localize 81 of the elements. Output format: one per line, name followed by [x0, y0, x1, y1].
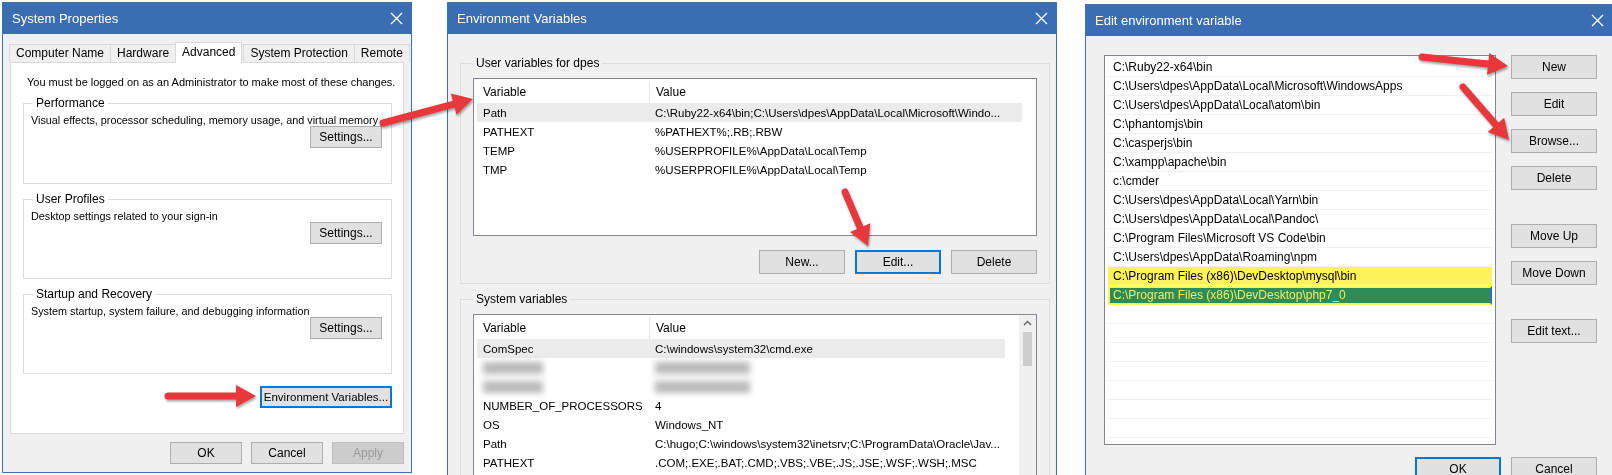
group-description: Visual effects, processor scheduling, memory usage, and virtual memory: [31, 114, 379, 126]
variable-value: C:\windows\system32\cmd.exe: [654, 342, 814, 355]
dialog-button[interactable]: Cancel: [251, 442, 323, 464]
group-label: System variables: [475, 292, 569, 306]
variable-name: TMP: [482, 163, 509, 176]
variable-row[interactable]: NUMBER_OF_PROCESSORS 4: [477, 396, 1005, 415]
variable-value: Windows_NT: [654, 418, 725, 431]
dialog-button[interactable]: Cancel: [1511, 457, 1597, 475]
side-button[interactable]: Move Up: [1511, 224, 1597, 248]
list-button[interactable]: Edit...: [855, 250, 941, 274]
path-entry[interactable]: C:\Users\dpes\AppData\Local\Pandoc\: [1108, 210, 1492, 229]
path-entry[interactable]: C:\Program Files (x86)\DevDesktop\php7_0: [1108, 286, 1492, 305]
settings-button[interactable]: Settings...: [310, 222, 382, 244]
variable-name: NUMBER_OF_PROCESSORS: [482, 399, 644, 412]
tab[interactable]: Remote: [353, 44, 410, 62]
group-label: User Profiles: [35, 192, 106, 206]
settings-button[interactable]: Settings...: [310, 317, 382, 339]
side-button[interactable]: Edit text...: [1511, 319, 1597, 343]
variable-value: .COM;.EXE;.BAT;.CMD;.VBS;.VBE;.JS;.JSE;.WSF;.WSH;.MSC: [654, 456, 978, 469]
group-label: Performance: [35, 96, 106, 110]
path-entry[interactable]: C:\casperjs\bin: [1108, 134, 1492, 153]
window-title: Environment Variables: [457, 11, 587, 26]
settings-button[interactable]: Settings...: [310, 126, 382, 148]
variable-row[interactable]: OS Windows_NT: [477, 415, 1005, 434]
path-entry[interactable]: C:\Users\dpes\AppData\Local\Yarn\bin: [1108, 191, 1492, 210]
scrollbar-thumb[interactable]: [1023, 332, 1032, 366]
group-label: Startup and Recovery: [35, 287, 154, 301]
group-label: User variables for dpes: [475, 56, 601, 70]
column-header[interactable]: Variable: [477, 317, 649, 339]
variable-value: 4: [654, 399, 663, 412]
close-icon[interactable]: [1035, 12, 1048, 25]
variable-name: ComSpec: [482, 342, 535, 355]
column-header[interactable]: Variable: [477, 81, 649, 103]
side-button[interactable]: Delete: [1511, 166, 1597, 190]
side-button[interactable]: Edit: [1511, 92, 1597, 116]
path-entry[interactable]: C:\Program Files\Microsoft VS Code\bin: [1108, 229, 1492, 248]
tab[interactable]: Advanced: [175, 42, 243, 63]
scrollbar[interactable]: [1019, 315, 1036, 475]
dialog-button[interactable]: OK: [1415, 457, 1501, 475]
variable-value: C:\Ruby22-x64\bin;C:\Users\dpes\AppData\Local\Microsoft\Windo...: [654, 106, 1002, 119]
group-description: Desktop settings related to your sign-in: [31, 210, 218, 222]
dialog-button[interactable]: OK: [170, 442, 242, 464]
variable-row[interactable]: PATHEXT %PATHEXT%;.RB;.RBW: [477, 122, 1022, 141]
variable-value: C:\hugo;C:\windows\system32\inetsrv;C:\ProgramData\Oracle\Jav...: [654, 437, 1001, 450]
variable-value: %USERPROFILE%\AppData\Local\Temp: [654, 144, 868, 157]
window-title: Edit environment variable: [1095, 13, 1242, 28]
path-entry[interactable]: C:\Program Files (x86)\DevDesktop\mysql\bin: [1108, 267, 1492, 286]
variable-value: %USERPROFILE%\AppData\Local\Temp: [654, 163, 868, 176]
variable-row[interactable]: Path C:\hugo;C:\windows\system32\inetsrv;C:\ProgramData\Oracle\Jav...: [477, 434, 1005, 453]
close-icon[interactable]: [390, 12, 403, 25]
window-title: System Properties: [12, 11, 119, 26]
variable-row[interactable]: PATHEXT .COM;.EXE;.BAT;.CMD;.VBS;.VBE;.JS;.JSE;.WSF;.WSH;.MSC: [477, 453, 1005, 472]
path-entry[interactable]: C:\Users\dpes\AppData\Local\atom\bin: [1108, 96, 1492, 115]
variable-row[interactable]: TEMP %USERPROFILE%\AppData\Local\Temp: [477, 141, 1022, 160]
close-icon[interactable]: [1591, 14, 1604, 27]
variable-name: PATHEXT: [482, 456, 536, 469]
path-entry[interactable]: C:\xampp\apache\bin: [1108, 153, 1492, 172]
variable-name: OS: [482, 418, 501, 431]
tab[interactable]: System Protection: [243, 44, 355, 62]
scroll-up-icon[interactable]: [1023, 320, 1032, 326]
group-description: System startup, system failure, and debugging information: [31, 305, 310, 317]
variable-name: Path: [482, 437, 508, 450]
variable-name: TEMP: [482, 144, 516, 157]
variable-value: %PATHEXT%;.RB;.RBW: [654, 125, 784, 138]
path-entry[interactable]: C:\phantomjs\bin: [1108, 115, 1492, 134]
path-entry[interactable]: c:\cmder: [1108, 172, 1492, 191]
environment-variables-button[interactable]: Environment Variables...: [260, 386, 392, 408]
variable-name: Path: [482, 106, 508, 119]
blurred-text: [483, 361, 543, 374]
notice-text: You must be logged on as an Administrator to make most of these changes.: [27, 76, 397, 88]
side-button[interactable]: Browse...: [1511, 129, 1597, 153]
tab[interactable]: Computer Name: [9, 44, 112, 62]
side-button[interactable]: New: [1511, 55, 1597, 79]
variable-row[interactable]: TMP %USERPROFILE%\AppData\Local\Temp: [477, 160, 1022, 179]
variable-name: PATHEXT: [482, 125, 536, 138]
list-button[interactable]: New...: [759, 250, 845, 274]
blurred-text: [483, 380, 543, 393]
list-button[interactable]: Delete: [951, 250, 1037, 274]
path-entry[interactable]: C:\Users\dpes\AppData\Local\Microsoft\WindowsApps: [1108, 77, 1492, 96]
variable-row[interactable]: ComSpec C:\windows\system32\cmd.exe: [477, 339, 1005, 358]
side-button[interactable]: Move Down: [1511, 261, 1597, 285]
